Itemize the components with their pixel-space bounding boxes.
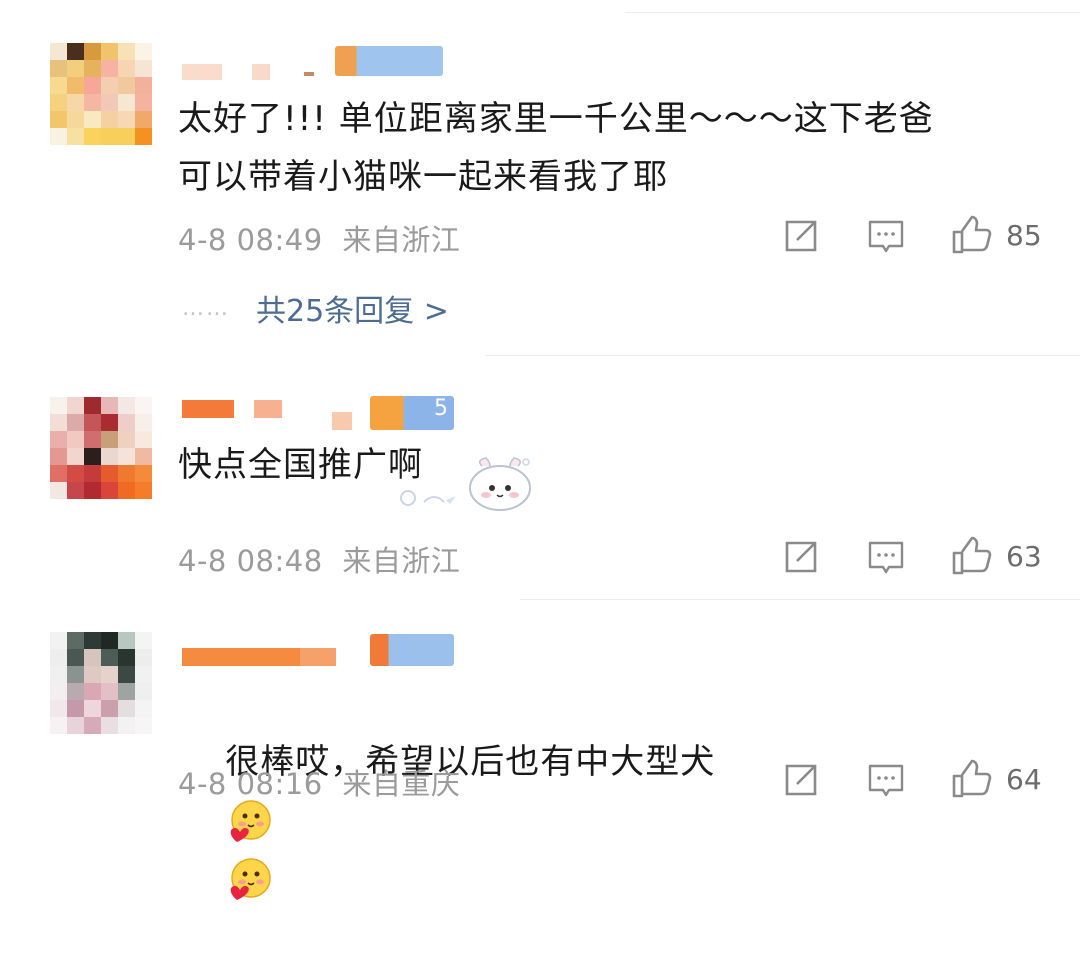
replies-link[interactable]: …… 共25条回复 > bbox=[182, 286, 449, 330]
like-icon bbox=[952, 536, 992, 575]
share-icon bbox=[785, 220, 817, 252]
share-button[interactable] bbox=[783, 762, 819, 798]
heart-hug-emoji bbox=[230, 857, 271, 900]
cute-bun-sticker bbox=[400, 457, 531, 511]
user-badge bbox=[370, 634, 454, 666]
comment-location: 来自重庆 bbox=[342, 767, 461, 801]
like-count: 85 bbox=[1006, 218, 1042, 252]
share-button[interactable] bbox=[783, 539, 819, 575]
comment-icon bbox=[868, 220, 904, 253]
comment-meta: 4-8 08:48 来自浙江 bbox=[178, 538, 460, 580]
comment-button[interactable] bbox=[867, 218, 905, 256]
replies-dots: …… bbox=[182, 295, 230, 321]
heart-hug-emoji bbox=[230, 799, 271, 842]
comment-icon bbox=[868, 541, 904, 574]
comment-location: 来自浙江 bbox=[342, 544, 461, 578]
comment-item: 5 快点全国推广啊 4-8 08:48 来自浙江 63 bbox=[0, 356, 1080, 600]
comment-meta: 4-8 08:16 来自重庆 bbox=[178, 761, 460, 803]
share-button[interactable] bbox=[783, 218, 819, 254]
user-badge-number: 5 bbox=[434, 396, 448, 421]
comment-location: 来自浙江 bbox=[342, 223, 461, 257]
like-count: 63 bbox=[1006, 539, 1042, 573]
avatar[interactable] bbox=[50, 632, 152, 734]
comment-meta: 4-8 08:49 来自浙江 bbox=[178, 217, 460, 259]
like-icon bbox=[952, 759, 992, 798]
replies-count[interactable]: 共25条回复 > bbox=[256, 286, 449, 330]
comment-text: 很棒哎，希望以后也有中大型犬 bbox=[178, 675, 715, 965]
comment-item: 很棒哎，希望以后也有中大型犬 4-8 08:16 来自重庆 64 bbox=[0, 600, 1080, 900]
like-count: 64 bbox=[1006, 762, 1042, 796]
comment-button[interactable] bbox=[867, 762, 905, 800]
comment-item: 太好了!!! 单位距离家里一千公里～～～这下老爸 可以带着小猫咪一起来看我了耶 … bbox=[0, 0, 1080, 356]
user-badge: 5 bbox=[370, 396, 454, 430]
share-icon bbox=[785, 764, 817, 796]
comment-text: 快点全国推广啊 bbox=[178, 445, 423, 485]
avatar[interactable] bbox=[50, 43, 152, 145]
avatar[interactable] bbox=[50, 397, 152, 499]
comment-button[interactable] bbox=[867, 539, 905, 577]
like-icon bbox=[952, 215, 992, 254]
comment-icon bbox=[868, 764, 904, 797]
comment-date: 4-8 08:49 bbox=[178, 223, 323, 257]
user-badge bbox=[335, 46, 443, 76]
comment-date: 4-8 08:48 bbox=[178, 544, 323, 578]
like-button[interactable]: 85 bbox=[950, 214, 1042, 256]
share-icon bbox=[785, 541, 817, 573]
like-button[interactable]: 63 bbox=[950, 535, 1042, 577]
comment-text: 太好了!!! 单位距离家里一千公里～～～这下老爸 可以带着小猫咪一起来看我了耶 bbox=[178, 99, 934, 197]
comment-date: 4-8 08:16 bbox=[178, 767, 323, 801]
like-button[interactable]: 64 bbox=[950, 758, 1042, 800]
